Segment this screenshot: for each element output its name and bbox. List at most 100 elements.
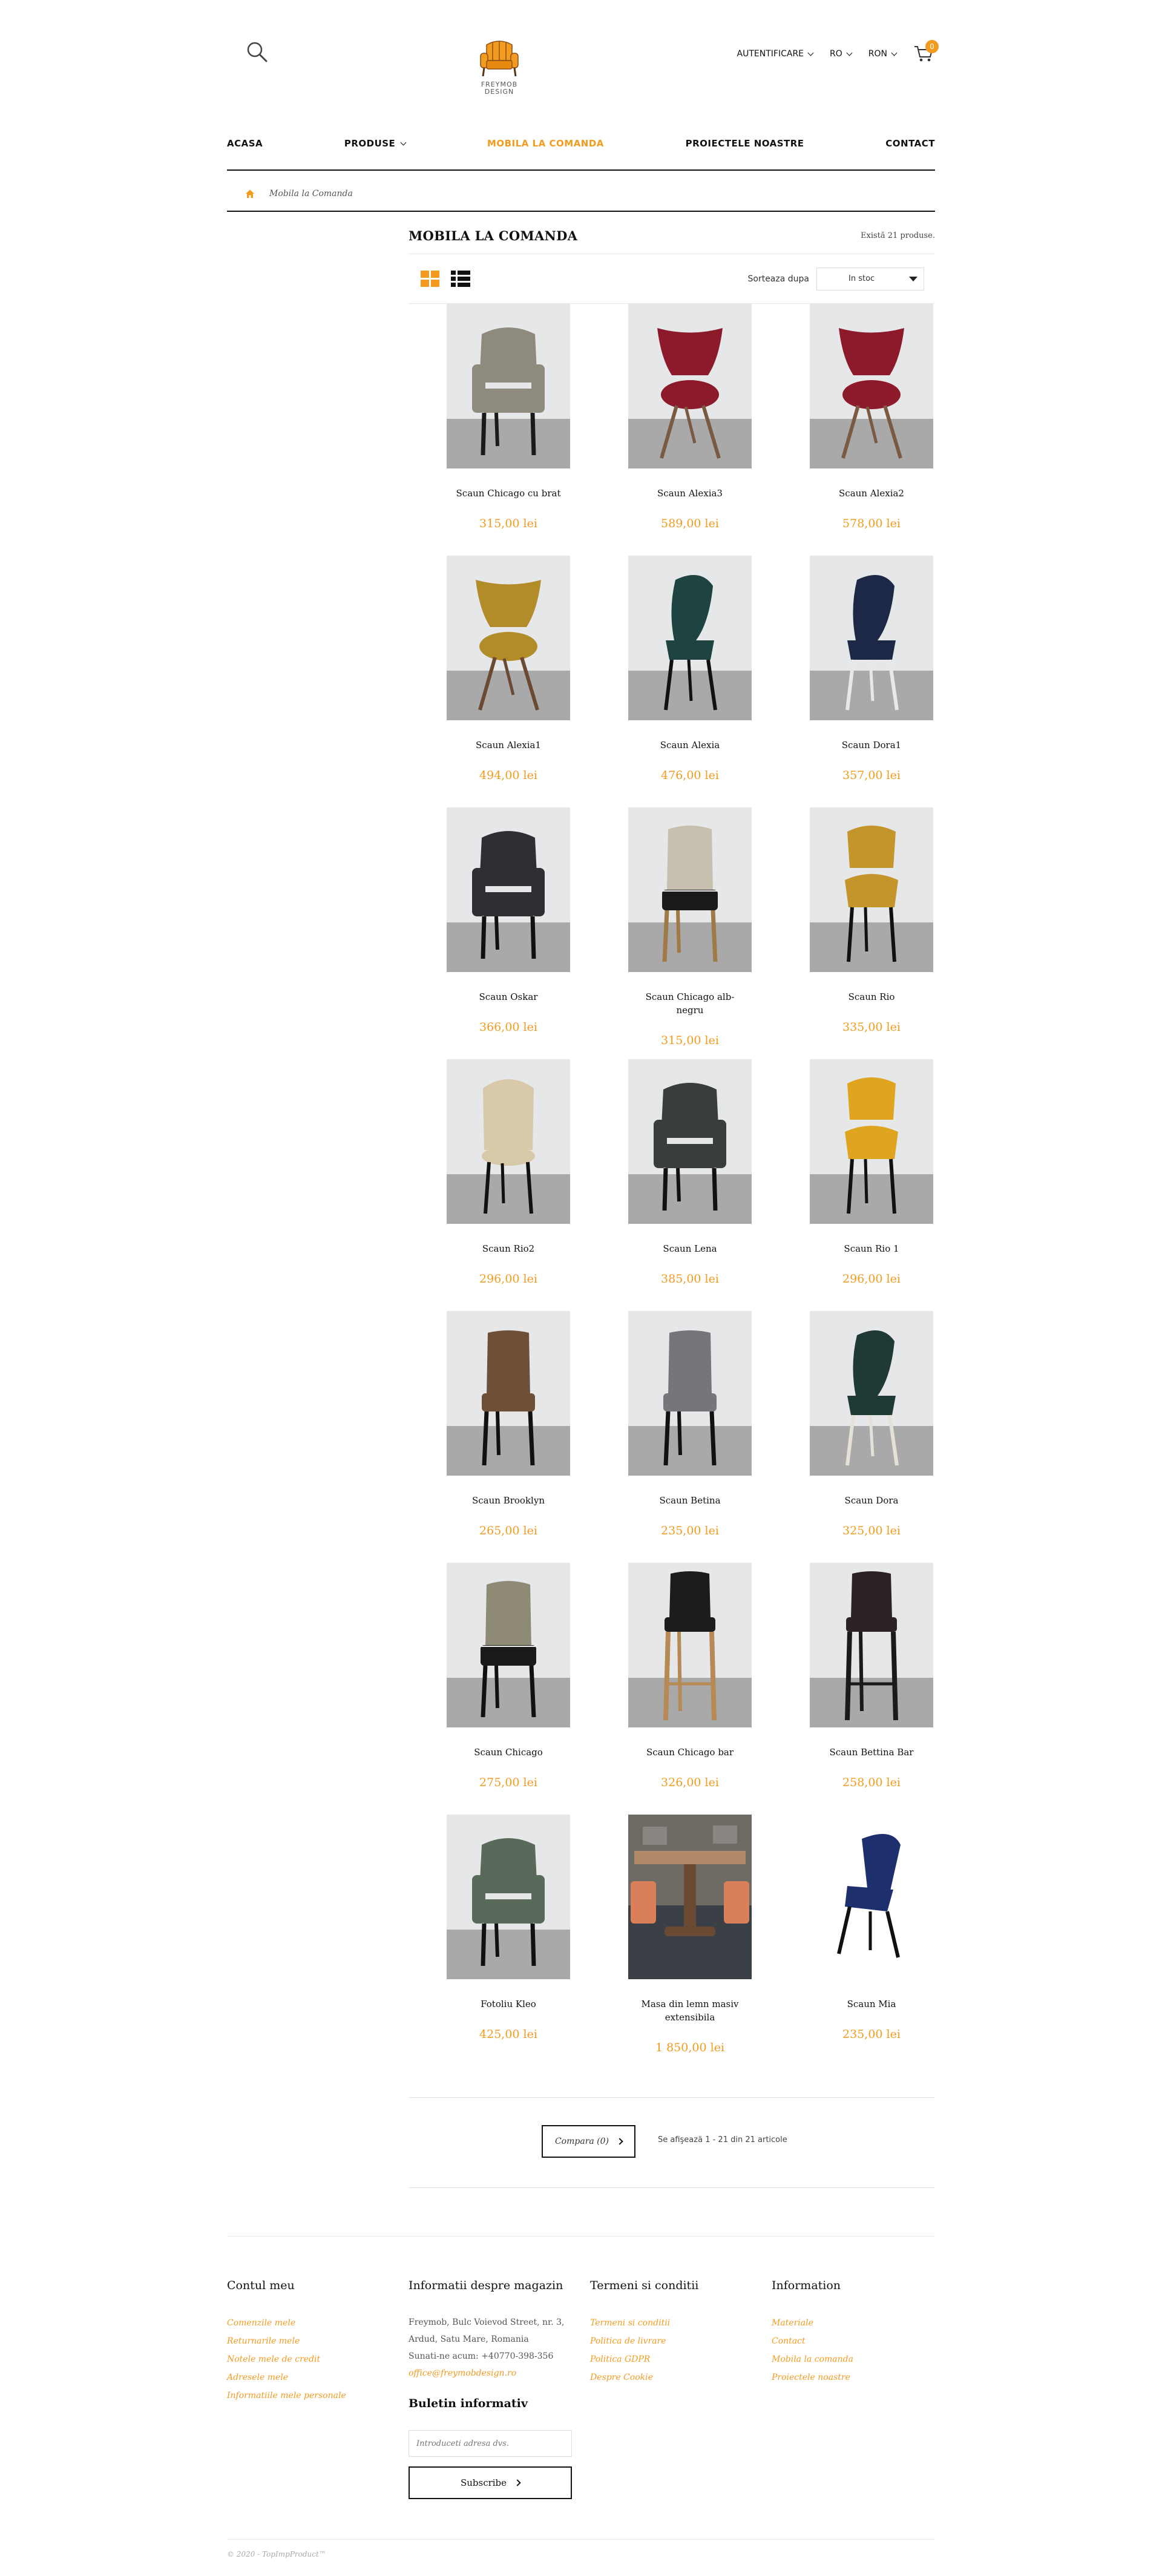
- product-name[interactable]: Scaun Betina: [602, 1494, 778, 1507]
- product-image[interactable]: [810, 1059, 933, 1224]
- product-card[interactable]: Scaun Bettina Bar 258,00 lei: [784, 1563, 959, 1789]
- sort-select[interactable]: In stoc: [816, 267, 924, 291]
- product-image[interactable]: [810, 1815, 933, 1979]
- product-image[interactable]: [447, 1563, 570, 1727]
- product-image[interactable]: [628, 1311, 752, 1476]
- product-name[interactable]: Scaun Rio 1: [784, 1242, 959, 1255]
- product-name[interactable]: Fotoliu Kleo: [421, 1997, 596, 2011]
- product-image[interactable]: [810, 304, 933, 468]
- language-dropdown[interactable]: RO: [830, 49, 853, 59]
- product-name[interactable]: Scaun Alexia2: [784, 487, 959, 500]
- footer-link-materials[interactable]: Materiale: [772, 2314, 941, 2332]
- product-name[interactable]: Scaun Rio2: [421, 1242, 596, 1255]
- nav-item-mobila-la-comanda[interactable]: MOBILA LA COMANDA: [487, 138, 604, 149]
- product-card[interactable]: Scaun Dora1 357,00 lei: [784, 556, 959, 782]
- product-name[interactable]: Scaun Chicago bar: [602, 1746, 778, 1759]
- product-card[interactable]: Scaun Rio 335,00 lei: [784, 807, 959, 1034]
- product-name[interactable]: Scaun Oskar: [421, 990, 596, 1004]
- product-image[interactable]: [810, 1563, 933, 1727]
- footer-link-cookies[interactable]: Despre Cookie: [590, 2368, 760, 2387]
- currency-dropdown[interactable]: RON: [868, 49, 898, 59]
- footer-link-custom-furniture[interactable]: Mobila la comanda: [772, 2350, 941, 2368]
- pagination-info: Se afişează 1 - 21 din 21 articole: [658, 2135, 787, 2144]
- product-card[interactable]: Scaun Rio2 296,00 lei: [421, 1059, 596, 1286]
- product-image[interactable]: [628, 1815, 752, 1979]
- product-card[interactable]: Scaun Alexia1 494,00 lei: [421, 556, 596, 782]
- product-card[interactable]: Scaun Brooklyn 265,00 lei: [421, 1311, 596, 1537]
- product-card[interactable]: Scaun Chicago alb-negru 315,00 lei: [602, 807, 778, 1047]
- product-image[interactable]: [447, 1059, 570, 1224]
- newsletter-email-input[interactable]: [409, 2430, 572, 2457]
- product-image[interactable]: [447, 1311, 570, 1476]
- product-card[interactable]: Scaun Alexia2 578,00 lei: [784, 304, 959, 530]
- product-name[interactable]: Scaun Bettina Bar: [784, 1746, 959, 1759]
- product-card[interactable]: Scaun Rio 1 296,00 lei: [784, 1059, 959, 1286]
- product-name[interactable]: Scaun Lena: [602, 1242, 778, 1255]
- product-card[interactable]: Scaun Mia 235,00 lei: [784, 1815, 959, 2041]
- cart-button[interactable]: 0: [913, 40, 939, 63]
- product-name[interactable]: Scaun Dora: [784, 1494, 959, 1507]
- product-name[interactable]: Scaun Chicago: [421, 1746, 596, 1759]
- footer-link-gdpr[interactable]: Politica GDPR: [590, 2350, 760, 2368]
- product-image[interactable]: [628, 1563, 752, 1727]
- product-card[interactable]: Scaun Lena 385,00 lei: [602, 1059, 778, 1286]
- product-image[interactable]: [628, 1059, 752, 1224]
- product-image[interactable]: [810, 556, 933, 720]
- product-name[interactable]: Scaun Rio: [784, 990, 959, 1004]
- product-name[interactable]: Scaun Mia: [784, 1997, 959, 2011]
- footer-link-credit-notes[interactable]: Notele mele de credit: [227, 2350, 396, 2368]
- footer-link-delivery[interactable]: Politica de livrare: [590, 2332, 760, 2350]
- product-card[interactable]: Fotoliu Kleo 425,00 lei: [421, 1815, 596, 2041]
- product-name[interactable]: Masa din lemn masiv extensibila: [602, 1997, 778, 2024]
- compare-button[interactable]: Compara (0): [542, 2125, 635, 2158]
- account-dropdown[interactable]: AUTENTIFICARE: [737, 49, 814, 59]
- product-image[interactable]: [447, 556, 570, 720]
- product-card[interactable]: Scaun Dora 325,00 lei: [784, 1311, 959, 1537]
- product-name[interactable]: Scaun Dora1: [784, 738, 959, 752]
- product-name[interactable]: Scaun Alexia3: [602, 487, 778, 500]
- nav-item-acasa[interactable]: ACASA: [227, 138, 263, 149]
- product-price: 357,00 lei: [842, 769, 901, 782]
- product-image[interactable]: [447, 304, 570, 468]
- product-card[interactable]: Scaun Chicago 275,00 lei: [421, 1563, 596, 1789]
- footer-link-personal-info[interactable]: Informatiile mele personale: [227, 2387, 396, 2405]
- nav-item-proiectele-noastre[interactable]: PROIECTELE NOASTRE: [686, 138, 804, 149]
- product-name[interactable]: Scaun Brooklyn: [421, 1494, 596, 1507]
- footer-link-projects[interactable]: Proiectele noastre: [772, 2368, 941, 2387]
- subscribe-button[interactable]: Subscribe: [409, 2466, 572, 2499]
- product-card[interactable]: Masa din lemn masiv extensibila 1 850,00 …: [602, 1815, 778, 2054]
- list-view-icon[interactable]: [451, 270, 470, 288]
- product-image[interactable]: [447, 807, 570, 972]
- footer-link-terms[interactable]: Termeni si conditii: [590, 2314, 760, 2332]
- product-name[interactable]: Scaun Alexia: [602, 738, 778, 752]
- product-price: 425,00 lei: [479, 2028, 537, 2041]
- nav-item-contact[interactable]: CONTACT: [885, 138, 935, 149]
- search-icon[interactable]: [245, 40, 269, 64]
- pagination: Compara (0) Se afişează 1 - 21 din 21 ar…: [409, 2097, 935, 2188]
- store-email-link[interactable]: office@freymobdesign.ro: [409, 2365, 578, 2382]
- grid-view-icon[interactable]: [421, 270, 440, 288]
- product-card[interactable]: Scaun Alexia3 589,00 lei: [602, 304, 778, 530]
- product-image[interactable]: [810, 807, 933, 972]
- product-image[interactable]: [628, 556, 752, 720]
- product-card[interactable]: Scaun Alexia 476,00 lei: [602, 556, 778, 782]
- nav-item-produse[interactable]: PRODUSE: [344, 138, 407, 149]
- footer-link-addresses[interactable]: Adresele mele: [227, 2368, 396, 2387]
- product-card[interactable]: Scaun Oskar 366,00 lei: [421, 807, 596, 1034]
- home-icon[interactable]: [245, 189, 255, 199]
- product-image[interactable]: [810, 1311, 933, 1476]
- product-name[interactable]: Scaun Chicago alb-negru: [602, 990, 778, 1017]
- product-card[interactable]: Scaun Chicago cu brat 315,00 lei: [421, 304, 596, 530]
- footer-link-contact[interactable]: Contact: [772, 2332, 941, 2350]
- product-image[interactable]: [447, 1815, 570, 1979]
- product-name[interactable]: Scaun Alexia1: [421, 738, 596, 752]
- logo-text-bottom: DESIGN: [484, 88, 514, 96]
- product-name[interactable]: Scaun Chicago cu brat: [421, 487, 596, 500]
- logo[interactable]: FREYMOB DESIGN: [469, 40, 530, 103]
- product-card[interactable]: Scaun Chicago bar 326,00 lei: [602, 1563, 778, 1789]
- footer-link-returns[interactable]: Returnarile mele: [227, 2332, 396, 2350]
- footer-link-orders[interactable]: Comenzile mele: [227, 2314, 396, 2332]
- product-image[interactable]: [628, 807, 752, 972]
- product-card[interactable]: Scaun Betina 235,00 lei: [602, 1311, 778, 1537]
- product-image[interactable]: [628, 304, 752, 468]
